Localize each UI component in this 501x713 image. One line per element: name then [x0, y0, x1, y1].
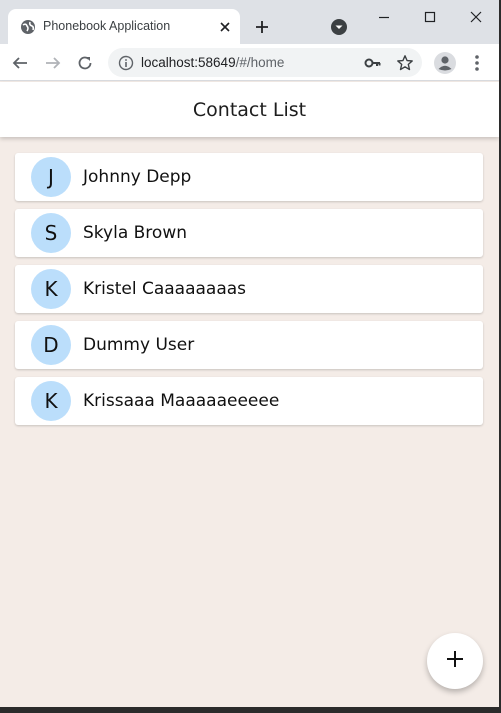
url-host: localhost:58649 [141, 55, 236, 70]
tab-search-icon[interactable] [330, 18, 348, 36]
avatar: S [31, 213, 71, 253]
avatar: D [31, 325, 71, 365]
contact-list-item[interactable]: D Dummy User [15, 321, 483, 369]
tab-strip: Phonebook Application [0, 0, 499, 44]
tab-title: Phonebook Application [43, 19, 171, 33]
reload-icon[interactable] [74, 52, 96, 74]
avatar: J [31, 157, 71, 197]
plus-icon [446, 650, 464, 673]
star-icon[interactable] [396, 54, 414, 72]
globe-icon [20, 19, 36, 35]
app-bar: Contact List [0, 82, 499, 137]
minimize-icon[interactable] [374, 7, 394, 27]
browser-window: Phonebook Application localhost:58649/#/… [0, 0, 499, 707]
contact-name: Skyla Brown [83, 223, 187, 243]
desktop-strip [0, 707, 501, 713]
avatar: K [31, 269, 71, 309]
contact-name: Dummy User [83, 335, 195, 355]
contact-list-item[interactable]: K Krissaaa Maaaaaeeeee [15, 377, 483, 425]
contact-list: J Johnny Depp S Skyla Brown K Kristel Ca… [15, 153, 483, 433]
key-icon[interactable] [364, 55, 382, 71]
contact-name: Kristel Caaaaaaaas [83, 279, 247, 299]
info-icon[interactable] [118, 55, 134, 71]
tab-close-icon[interactable] [217, 19, 233, 35]
maximize-icon[interactable] [420, 7, 440, 27]
address-bar[interactable]: localhost:58649/#/home [108, 48, 422, 77]
contact-name: Krissaaa Maaaaaeeeee [83, 391, 280, 411]
more-vert-icon[interactable] [470, 52, 484, 74]
page-title: Contact List [192, 98, 307, 121]
browser-tab[interactable]: Phonebook Application [8, 9, 240, 44]
back-arrow-icon[interactable] [9, 52, 31, 74]
add-contact-button[interactable] [427, 633, 483, 689]
close-icon[interactable] [466, 7, 486, 27]
profile-icon[interactable] [433, 51, 457, 75]
url-text[interactable]: localhost:58649/#/home [141, 55, 284, 70]
avatar: K [31, 381, 71, 421]
new-tab-icon[interactable] [252, 17, 272, 37]
forward-arrow-icon[interactable] [42, 52, 64, 74]
browser-toolbar: localhost:58649/#/home [0, 44, 499, 81]
contact-list-item[interactable]: K Kristel Caaaaaaaas [15, 265, 483, 313]
url-path: /#/home [235, 55, 285, 70]
contact-list-item[interactable]: S Skyla Brown [15, 209, 483, 257]
contact-list-item[interactable]: J Johnny Depp [15, 153, 483, 201]
contact-name: Johnny Depp [83, 167, 192, 187]
